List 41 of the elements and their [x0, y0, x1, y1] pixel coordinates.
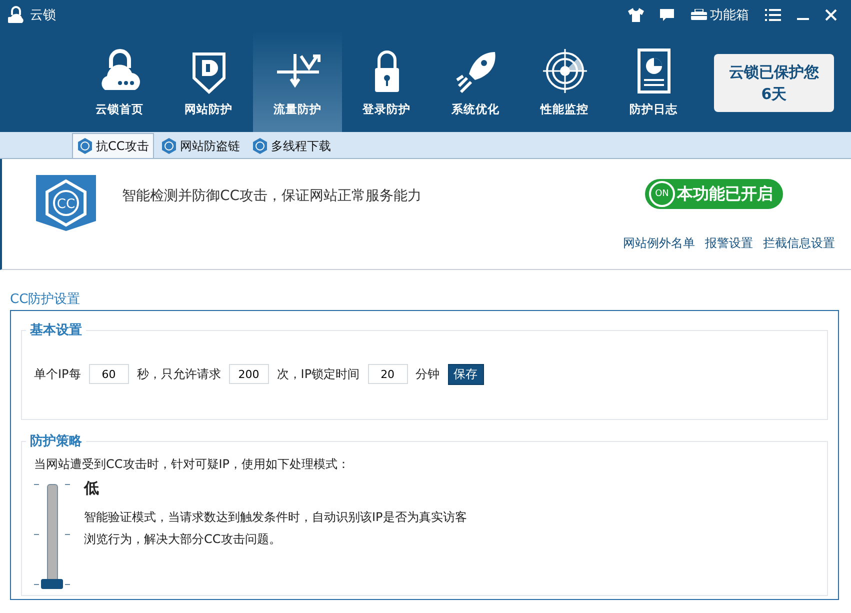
lock-cloud-icon — [8, 6, 24, 24]
mode-title: 低 — [84, 479, 100, 498]
sub-tab[interactable]: 网站防盗链 — [156, 133, 245, 158]
field-label: 次，IP锁定时间 — [276, 366, 360, 382]
protection-days-panel: 云锁已保护您 6天 — [714, 54, 834, 112]
field-label: 单个IP每 — [34, 366, 81, 382]
hexagon-icon — [77, 138, 93, 154]
save-button[interactable]: 保存 — [448, 364, 484, 384]
shield-badge-icon: CC — [36, 175, 96, 231]
settings-link[interactable]: 报警设置 — [705, 235, 753, 252]
lock-time-field[interactable]: 20 — [368, 364, 408, 384]
section-title: CC防护设置 — [10, 291, 82, 308]
nav-tab[interactable]: 登录防护 — [342, 30, 431, 132]
close-icon[interactable] — [825, 9, 837, 21]
seconds-field[interactable]: 60 — [88, 364, 129, 384]
window-title: 云锁 — [30, 7, 57, 24]
field-label: 分钟 — [416, 366, 440, 382]
policy-intro: 当网站遭受到CC攻击时，针对可疑IP，使用如下处理模式： — [34, 456, 351, 473]
sub-tab[interactable]: 抗CC攻击 — [72, 133, 154, 158]
toolbox-icon — [690, 9, 708, 21]
mode-description: 智能验证模式，当请求数达到触发条件时，自动识别该IP是否为真实访客浏览行为，解决大部分CC攻击问题。 — [84, 509, 468, 548]
nav-tab[interactable]: 性能监控 — [520, 30, 609, 132]
nav-tab[interactable]: 防护日志 — [609, 30, 698, 132]
settings-link[interactable]: 拦截信息设置 — [763, 235, 835, 252]
slider-thumb[interactable] — [41, 579, 63, 589]
nav-tab[interactable]: 系统优化 — [431, 30, 520, 132]
group-title: 基本设置 — [29, 322, 83, 339]
shirt-icon[interactable] — [628, 8, 644, 22]
field-label: 秒，只允许请求 — [136, 366, 221, 382]
nav-tab[interactable]: 云锁首页 — [75, 30, 164, 132]
nav-tab[interactable]: 网站防护 — [164, 30, 253, 132]
hexagon-icon — [252, 138, 268, 154]
menu-icon[interactable] — [765, 8, 781, 22]
requests-field[interactable]: 200 — [228, 364, 269, 384]
feature-description: 智能检测并防御CC攻击，保证网站正常服务能力 — [122, 187, 422, 206]
sub-tab[interactable]: 多线程下载 — [246, 133, 336, 158]
settings-link[interactable]: 网站例外名单 — [623, 235, 695, 252]
chat-icon[interactable] — [660, 9, 674, 21]
toolbox-button[interactable]: 功能箱 — [690, 6, 749, 24]
group-title: 防护策略 — [29, 432, 83, 450]
hexagon-icon — [160, 138, 177, 154]
